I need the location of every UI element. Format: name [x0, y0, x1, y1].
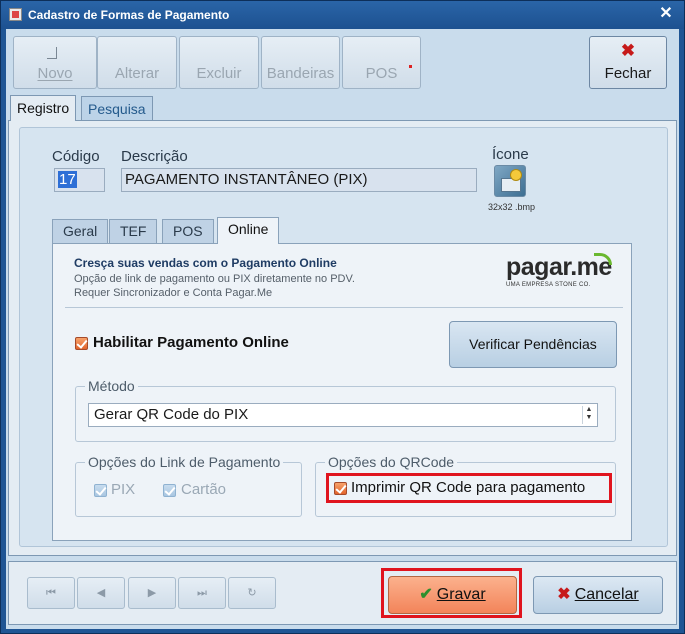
spin-arrows-icon[interactable]: ▲ ▼ — [582, 406, 595, 424]
novo-button[interactable]: Novo — [13, 36, 97, 89]
close-icon: ✖ — [620, 41, 636, 60]
promo-line-1: Opção de link de pagamento ou PIX direta… — [74, 273, 355, 285]
promo-title: Cresça suas vendas com o Pagamento Onlin… — [74, 256, 337, 270]
link-options-title: Opções do Link de Pagamento — [85, 454, 284, 470]
logo-tagline: UMA EMPRESA STONE CO. — [506, 282, 591, 288]
pagarme-logo: pagar.me UMA EMPRESA STONE CO. — [506, 250, 621, 294]
pix-checkbox[interactable] — [94, 484, 107, 497]
codigo-label: Código — [52, 148, 100, 165]
habilitar-checkbox[interactable] — [75, 337, 88, 350]
habilitar-label: Habilitar Pagamento Online — [93, 334, 289, 351]
cancelar-label: Cancelar — [574, 586, 639, 603]
next-record-button[interactable]: ▶ — [128, 577, 176, 609]
highlight-box — [326, 473, 612, 503]
metodo-group: Método Gerar QR Code do PIX ▲ ▼ — [75, 378, 616, 442]
gravar-label: Gravar — [436, 586, 486, 603]
pos-button[interactable]: POS — [342, 36, 421, 89]
fechar-label: Fechar — [604, 65, 652, 82]
form-panel: Código 17 Descrição PAGAMENTO INSTANTÂNE… — [19, 127, 668, 547]
excluir-label: Excluir — [196, 65, 242, 82]
status-dot-icon — [409, 65, 412, 68]
tab-pos[interactable]: POS — [162, 219, 214, 243]
link-options-group: Opções do Link de Pagamento PIX Cartão — [75, 454, 302, 517]
alterar-button[interactable]: Alterar — [97, 36, 177, 89]
cartao-checkbox[interactable] — [163, 484, 176, 497]
descricao-field[interactable]: PAGAMENTO INSTANTÂNEO (PIX) — [121, 168, 477, 192]
codigo-field[interactable]: 17 — [54, 168, 105, 192]
registro-panel: Código 17 Descrição PAGAMENTO INSTANTÂNE… — [8, 120, 677, 556]
tab-geral[interactable]: Geral — [52, 219, 109, 243]
descricao-label: Descrição — [121, 148, 188, 165]
tab-registro[interactable]: Registro — [10, 95, 77, 121]
client-area: Novo Alterar Excluir Bandeiras POS ✖ Fec… — [6, 29, 679, 629]
qrcode-options-title: Opções do QRCode — [325, 454, 458, 470]
metodo-value: Gerar QR Code do PIX — [94, 406, 249, 423]
pix-label: PIX — [111, 481, 136, 498]
icone-size-caption: 32x32 .bmp — [488, 202, 536, 212]
refresh-button[interactable]: ↻ — [228, 577, 276, 609]
gravar-button[interactable]: ✔ Gravar — [388, 576, 517, 614]
tab-online[interactable]: Online — [217, 217, 280, 244]
codigo-value: 17 — [58, 171, 77, 188]
previous-record-button[interactable]: ◀ — [77, 577, 125, 609]
cancelar-button[interactable]: ✖ Cancelar — [533, 576, 663, 614]
payment-icon[interactable] — [494, 165, 526, 197]
verificar-pendencias-button[interactable]: Verificar Pendências — [449, 321, 617, 368]
bottom-bar: ⏮ ◀ ▶ ⏭ ↻ ✔ Gravar ✖ Cancelar — [8, 561, 677, 625]
window-title: Cadastro de Formas de Pagamento — [28, 8, 230, 22]
bandeiras-label: Bandeiras — [266, 65, 335, 82]
cancel-icon: ✖ — [557, 586, 571, 603]
online-panel: Cresça suas vendas com o Pagamento Onlin… — [52, 243, 632, 541]
last-record-button[interactable]: ⏭ — [178, 577, 226, 609]
alterar-label: Alterar — [114, 65, 160, 82]
first-record-button[interactable]: ⏮ — [27, 577, 75, 609]
window: Cadastro de Formas de Pagamento ✕ Novo A… — [0, 0, 685, 634]
metodo-title: Método — [85, 378, 138, 394]
new-document-icon — [47, 47, 57, 59]
fechar-button[interactable]: ✖ Fechar — [589, 36, 667, 89]
excluir-button[interactable]: Excluir — [179, 36, 259, 89]
window-close-button[interactable]: ✕ — [656, 4, 676, 24]
cartao-label: Cartão — [181, 481, 227, 498]
check-icon: ✔ — [419, 586, 433, 603]
promo-line-2: Requer Sincronizador e Conta Pagar.Me — [74, 287, 273, 299]
tab-tef[interactable]: TEF — [109, 219, 158, 243]
icone-label: Ícone — [492, 146, 529, 163]
tab-pesquisa[interactable]: Pesquisa — [81, 96, 153, 120]
app-icon — [9, 8, 22, 21]
metodo-select[interactable]: Gerar QR Code do PIX ▲ ▼ — [88, 403, 598, 427]
title-bar: Cadastro de Formas de Pagamento ✕ — [1, 1, 684, 29]
bandeiras-button[interactable]: Bandeiras — [261, 36, 340, 89]
divider — [65, 307, 623, 308]
novo-label: Novo — [37, 65, 73, 82]
